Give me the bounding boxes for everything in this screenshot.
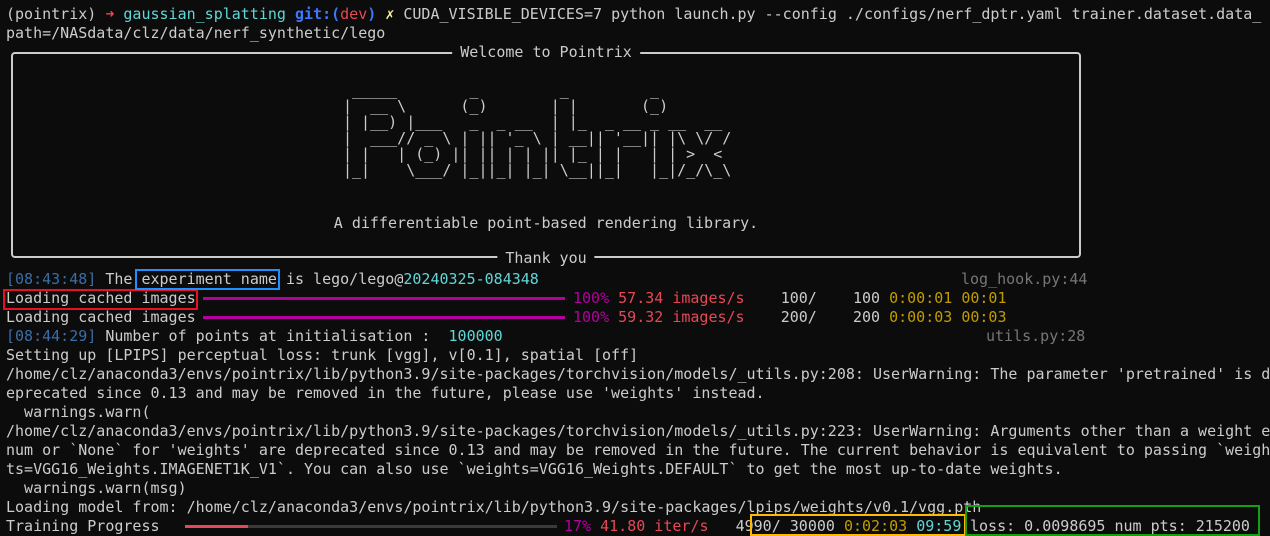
progress-rate: 59.32 images/s <box>618 308 745 326</box>
prompt-line: (pointrix) ➜ gaussian_splatting git:(dev… <box>6 5 1261 24</box>
progress-percent: 100% <box>573 289 610 307</box>
conda-env: (pointrix) <box>6 5 97 23</box>
progress-stats: 100% 57.34 images/s 100/ 100 0:00:01 00:… <box>573 289 1007 308</box>
log-source: log_hook.py:44 <box>961 270 1088 288</box>
progress-total: 100 <box>852 289 881 307</box>
current-dir: gaussian_splatting <box>123 5 286 23</box>
output-line: warnings.warn(msg) <box>6 479 187 497</box>
output-line: num or `None` for 'weights' are deprecat… <box>6 441 1270 459</box>
progress-count: 200/ <box>780 308 817 326</box>
highlight-box-orange <box>750 514 966 536</box>
dirty-mark-icon: ✗ <box>385 5 395 23</box>
prompt-arrow-icon: ➜ <box>105 5 115 23</box>
output-line: /home/clz/anaconda3/envs/pointrix/lib/py… <box>6 365 1270 383</box>
progress-label: Loading cached images <box>6 308 196 326</box>
progress-stats: 100% 59.32 images/s 200/ 200 0:00:03 00:… <box>573 308 1007 327</box>
progress-elapsed: 0:00:01 <box>889 289 953 307</box>
output-line: eprecated since 0.13 and may be removed … <box>6 384 765 402</box>
output-line: ts=VGG16_Weights.IMAGENET1K_V1`. You can… <box>6 460 1063 478</box>
progress-bar-fill <box>203 297 565 300</box>
log-text-mid: is lego/lego@ <box>276 270 404 288</box>
training-progress-bar <box>185 525 557 528</box>
log-timestamp: [08:44:29] <box>6 327 97 345</box>
log-line: [08:44:29] Number of points at initialis… <box>6 327 503 346</box>
output-line: Setting up [LPIPS] perceptual loss: trun… <box>6 346 639 364</box>
training-label: Training Progress <box>6 517 160 535</box>
command-text: CUDA_VISIBLE_DEVICES=7 python launch.py … <box>403 5 1262 23</box>
experiment-stamp: 20240325-084348 <box>403 270 539 288</box>
progress-bar-fill <box>203 316 565 319</box>
output-line: /home/clz/anaconda3/envs/pointrix/lib/py… <box>6 422 1270 440</box>
progress-total: 200 <box>852 308 881 326</box>
progress-remaining: 00:03 <box>961 308 1007 326</box>
log-source: utils.py:28 <box>986 327 1086 345</box>
highlight-box-blue <box>135 269 280 290</box>
progress-rate: 57.34 images/s <box>618 289 745 307</box>
pointrix-ascii-logo: _____ _ _ _ | __ \ (_) | | (_) | |__) |_… <box>343 81 732 179</box>
progress-elapsed: 0:00:03 <box>889 308 953 326</box>
training-progress-fill <box>185 525 249 528</box>
progress-bar <box>203 297 565 300</box>
output-line: warnings.warn( <box>6 403 151 421</box>
progress-percent: 100% <box>573 308 610 326</box>
welcome-panel-footer: Thank you <box>497 249 595 268</box>
points-count: 100000 <box>448 327 503 345</box>
welcome-panel-title: Welcome to Pointrix <box>452 43 640 62</box>
command-continuation: path=/NASdata/clz/data/nerf_synthetic/le… <box>6 24 386 42</box>
progress-remaining: 00:01 <box>961 289 1007 307</box>
progress-bar <box>203 316 565 319</box>
git-label: git:( <box>295 5 341 23</box>
panel-tagline: A differentiable point-based rendering l… <box>333 214 759 232</box>
log-text: Number of points at initialisation : <box>105 327 440 345</box>
terminal-window[interactable]: (pointrix) ➜ gaussian_splatting git:(dev… <box>0 0 1270 536</box>
highlight-box-green <box>965 505 1260 536</box>
log-timestamp: [08:43:48] <box>6 270 97 288</box>
highlight-box-red <box>3 289 198 310</box>
progress-count: 100/ <box>780 289 817 307</box>
git-branch: dev <box>340 5 368 23</box>
training-rate: 41.80 iter/s <box>600 517 709 535</box>
welcome-panel: Welcome to Pointrix _____ _ _ _ | __ \ (… <box>11 43 1081 268</box>
training-percent: 17% <box>564 517 592 535</box>
git-close: ) <box>367 5 377 23</box>
